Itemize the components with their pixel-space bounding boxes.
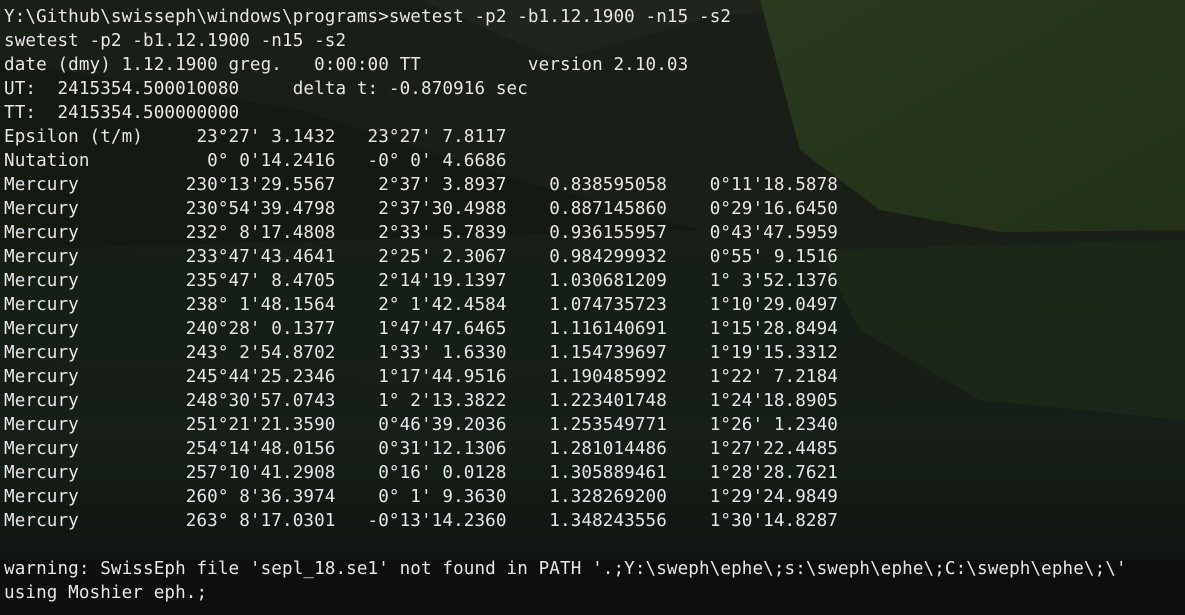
echoed-command-line: swetest -p2 -b1.12.1900 -n15 -s2 — [4, 31, 347, 51]
mercury-row: Mercury 233°47'43.4641 2°25' 2.3067 0.98… — [4, 247, 839, 267]
mercury-row: Mercury 232° 8'17.4808 2°33' 5.7839 0.93… — [4, 223, 839, 243]
mercury-row: Mercury 245°44'25.2346 1°17'44.9516 1.19… — [4, 367, 839, 387]
mercury-row: Mercury 251°21'21.3590 0°46'39.2036 1.25… — [4, 415, 839, 435]
warning-line: warning: SwissEph file 'sepl_18.se1' not… — [4, 559, 1127, 579]
mercury-row: Mercury 230°13'29.5567 2°37' 3.8937 0.83… — [4, 175, 839, 195]
mercury-row: Mercury 260° 8'36.3974 0° 1' 9.3630 1.32… — [4, 487, 839, 507]
mercury-row: Mercury 248°30'57.0743 1° 2'13.3822 1.22… — [4, 391, 839, 411]
moshier-line: using Moshier eph.; — [4, 583, 208, 603]
mercury-row: Mercury 263° 8'17.0301 -0°13'14.2360 1.3… — [4, 511, 839, 531]
mercury-row: Mercury 254°14'48.0156 0°31'12.1306 1.28… — [4, 439, 839, 459]
epsilon-line: Epsilon (t/m) 23°27' 3.1432 23°27' 7.811… — [4, 127, 507, 147]
nutation-line: Nutation 0° 0'14.2416 -0° 0' 4.6686 — [4, 151, 507, 171]
mercury-row: Mercury 257°10'41.2908 0°16' 0.0128 1.30… — [4, 463, 839, 483]
mercury-row: Mercury 235°47' 8.4705 2°14'19.1397 1.03… — [4, 271, 839, 291]
mercury-row: Mercury 243° 2'54.8702 1°33' 1.6330 1.15… — [4, 343, 839, 363]
mercury-row: Mercury 238° 1'48.1564 2° 1'42.4584 1.07… — [4, 295, 839, 315]
mercury-row: Mercury 230°54'39.4798 2°37'30.4988 0.88… — [4, 199, 839, 219]
terminal-window[interactable]: Y:\Github\swisseph\windows\programs>swet… — [0, 0, 1185, 615]
mercury-row: Mercury 240°28' 0.1377 1°47'47.6465 1.11… — [4, 319, 839, 339]
date-line: date (dmy) 1.12.1900 greg. 0:00:00 TT ve… — [4, 55, 689, 75]
tt-line: TT: 2415354.500000000 — [4, 103, 240, 123]
prompt-command-line: Y:\Github\swisseph\windows\programs>swet… — [4, 7, 732, 27]
ut-line: UT: 2415354.500010080 delta t: -0.870916… — [4, 79, 528, 99]
